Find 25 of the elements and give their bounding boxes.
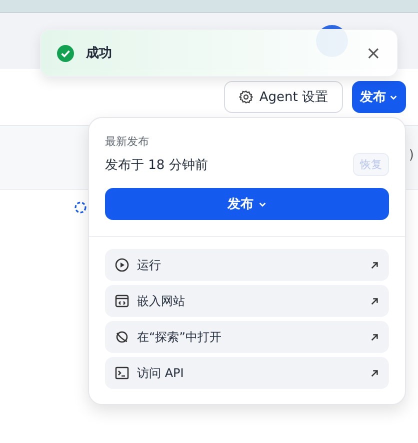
dashed-circle-icon	[74, 201, 87, 214]
truncated-text: )	[408, 148, 414, 163]
arrow-up-right-icon	[370, 260, 379, 270]
agent-settings-button[interactable]: Agent 设置	[224, 81, 343, 113]
check-circle-icon	[57, 44, 74, 62]
menu-item[interactable]: 嵌入网站	[105, 285, 389, 317]
chevron-icon	[258, 200, 266, 208]
close-button[interactable]: ×	[366, 42, 381, 64]
terminal-icon	[115, 366, 129, 380]
publish-update-button[interactable]: 发布	[105, 188, 389, 220]
toast-message: 成功	[86, 45, 113, 62]
settings-icon	[239, 90, 254, 104]
publish-button[interactable]: 发布	[352, 81, 406, 113]
chevron-icon	[389, 92, 398, 102]
latest-publish-label: 最新发布	[105, 134, 150, 149]
code-window-icon	[115, 294, 129, 308]
menu-item[interactable]: 在“探索”中打开	[105, 321, 389, 353]
publish-time-text: 发布于 18 分钟前	[105, 156, 208, 174]
arrow-up-right-icon	[370, 368, 379, 378]
menu-item[interactable]: 访问 API	[105, 357, 389, 389]
planet-icon	[115, 330, 129, 344]
arrow-up-right-icon	[370, 296, 379, 306]
play-icon	[115, 258, 129, 272]
arrow-up-right-icon	[370, 332, 379, 342]
menu-item[interactable]: 运行	[105, 249, 389, 281]
